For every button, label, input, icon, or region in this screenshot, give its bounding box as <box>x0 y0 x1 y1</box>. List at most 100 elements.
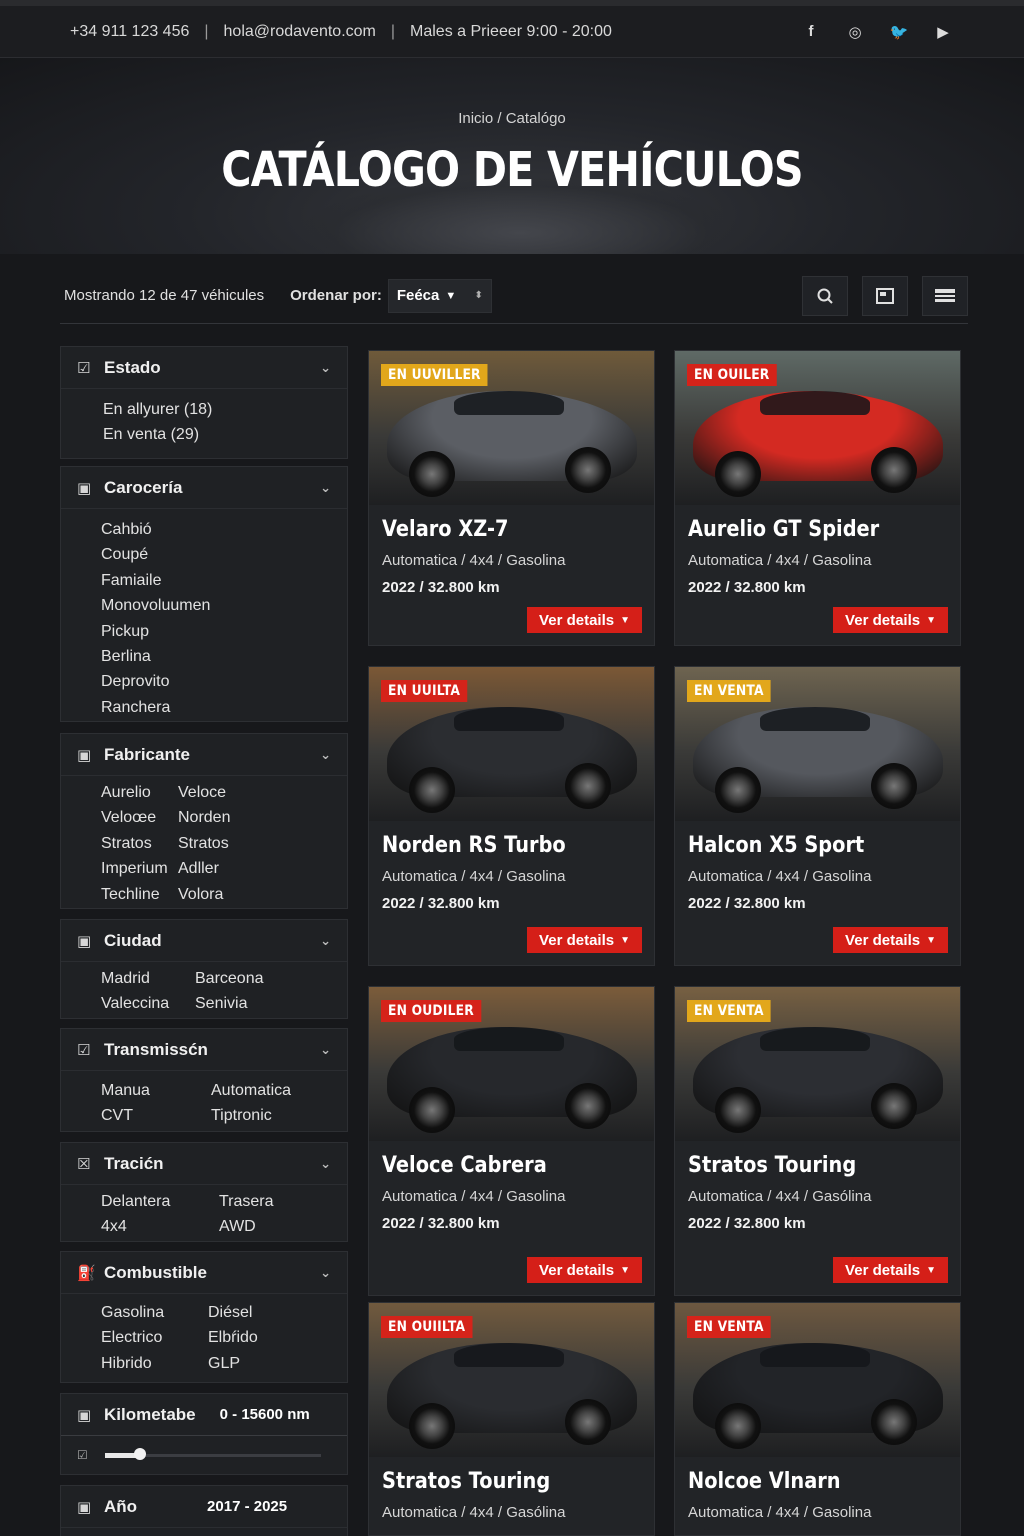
filter-option[interactable]: Veloœe <box>101 805 178 830</box>
filter-option[interactable]: Elbŕido <box>208 1325 347 1350</box>
filter-option[interactable]: Barceona <box>195 966 347 991</box>
vehicle-card[interactable]: EN OUIILTA Stratos Touring Automatica / … <box>368 1302 655 1536</box>
filter-header[interactable]: ☑ Estado ⌄ <box>61 347 347 389</box>
filter-option[interactable]: Diésel <box>208 1300 347 1325</box>
filter-option[interactable]: CVT <box>101 1103 211 1128</box>
filter-option[interactable]: Imperium <box>101 856 178 881</box>
chevron-down-icon[interactable]: ⌄ <box>320 1156 331 1172</box>
chevron-down-icon[interactable]: ⌄ <box>320 1042 331 1058</box>
vehicle-title[interactable]: Norden RS Turbo <box>382 833 621 858</box>
filter-header[interactable]: ☒ Tracićn ⌄ <box>61 1143 347 1185</box>
vehicle-photo[interactable]: EN UUVILLER <box>369 351 654 505</box>
vehicle-title[interactable]: Nolcoe Vlnarn <box>688 1469 927 1494</box>
chevron-down-icon[interactable]: ⌄ <box>320 933 331 949</box>
filter-option[interactable]: Trasera <box>219 1189 347 1214</box>
km-range-slider[interactable]: ☑ <box>61 1436 347 1476</box>
filter-option[interactable]: Senivia <box>195 991 347 1016</box>
filter-option[interactable]: Electrico <box>101 1325 208 1350</box>
vehicle-card[interactable]: EN UUVILLER Velaro XZ-7 Automatica / 4x4… <box>368 350 655 646</box>
list-view-button[interactable] <box>922 275 968 316</box>
search-view-button[interactable] <box>802 275 848 316</box>
updown-icon: ⬍ <box>474 290 483 301</box>
twitter-icon[interactable]: 🐦 <box>888 21 910 43</box>
filter-option[interactable]: En allyurer (18) <box>103 397 347 422</box>
vehicle-photo[interactable]: EN OUDILER <box>369 987 654 1141</box>
vehicle-card[interactable]: EN VENTA Stratos Touring Automatica / 4x… <box>674 986 961 1296</box>
chevron-down-icon[interactable]: ⌄ <box>320 360 331 376</box>
view-details-button[interactable]: Ver details ▼ <box>527 607 642 633</box>
filter-option[interactable]: Veloce <box>178 780 347 805</box>
vehicle-title[interactable]: Halcon X5 Sport <box>688 833 927 858</box>
vehicle-photo[interactable]: EN OUILER <box>675 351 960 505</box>
filter-option[interactable]: Gasolina <box>101 1300 208 1325</box>
filter-option[interactable]: Tiptronic <box>211 1103 347 1128</box>
vehicle-photo[interactable]: EN VENTA <box>675 1303 960 1457</box>
view-details-button[interactable]: Ver details ▼ <box>833 1257 948 1283</box>
car-window <box>760 1343 870 1367</box>
vehicle-title[interactable]: Velaro XZ-7 <box>382 517 621 542</box>
email-link[interactable]: hola@rodavento.com <box>224 23 376 41</box>
filter-header[interactable]: ⛽ Combustible ⌄ <box>61 1252 347 1294</box>
vehicle-title[interactable]: Stratos Touring <box>688 1153 927 1178</box>
vehicle-title[interactable]: Veloce Cabrera <box>382 1153 621 1178</box>
filter-option[interactable]: Volora <box>178 882 347 907</box>
vehicle-card[interactable]: EN OUDILER Veloce Cabrera Automatica / 4… <box>368 986 655 1296</box>
filter-option[interactable]: Valeccina <box>101 991 195 1016</box>
view-details-button[interactable]: Ver details ▼ <box>833 607 948 633</box>
filter-header[interactable]: ▣ Kilometabe 0 - 15600 nm <box>61 1394 347 1436</box>
vehicle-photo[interactable]: EN OUIILTA <box>369 1303 654 1457</box>
filter-option[interactable]: Stratos <box>178 831 347 856</box>
filter-option[interactable]: Norden <box>178 805 347 830</box>
filter-option[interactable]: Pickup <box>101 619 347 644</box>
view-details-button[interactable]: Ver details ▼ <box>527 1257 642 1283</box>
filter-option[interactable]: Stratos <box>101 831 178 856</box>
filter-option[interactable]: Monovoluumen <box>101 593 347 618</box>
view-details-button[interactable]: Ver details ▼ <box>833 927 948 953</box>
chevron-down-icon[interactable]: ⌄ <box>320 747 331 763</box>
filter-header[interactable]: ▣ Año 2017 - 2025 <box>61 1486 347 1528</box>
chevron-down-icon[interactable]: ⌄ <box>320 480 331 496</box>
vehicle-card[interactable]: EN OUILER Aurelio GT Spider Automatica /… <box>674 350 961 646</box>
sort-select[interactable]: Feéca ▼ ⬍ <box>387 278 492 313</box>
vehicle-photo[interactable]: EN UUILTA <box>369 667 654 821</box>
filter-option[interactable]: AWD <box>219 1214 347 1239</box>
youtube-icon[interactable]: ▶ <box>932 21 954 43</box>
phone-number[interactable]: +34 911 123 456 <box>70 23 189 41</box>
filter-option[interactable]: Delantera <box>101 1189 219 1214</box>
vehicle-photo[interactable]: EN VENTA <box>675 987 960 1141</box>
filter-option[interactable]: Manua <box>101 1078 211 1103</box>
vehicle-title[interactable]: Stratos Touring <box>382 1469 621 1494</box>
vehicle-photo[interactable]: EN VENTA <box>675 667 960 821</box>
instagram-icon[interactable]: ◎ <box>844 21 866 43</box>
view-details-button[interactable]: Ver details ▼ <box>527 927 642 953</box>
grid-view-button[interactable] <box>862 275 908 316</box>
filter-option[interactable]: Famiaile <box>101 568 347 593</box>
filter-option[interactable]: Hibrido <box>101 1351 208 1376</box>
filter-option[interactable]: Coupé <box>101 542 347 567</box>
vehicle-card[interactable]: EN UUILTA Norden RS Turbo Automatica / 4… <box>368 666 655 966</box>
filter-header[interactable]: ▣ Carocería ⌄ <box>61 467 347 509</box>
filter-option[interactable]: Cahbió <box>101 517 347 542</box>
filter-option[interactable]: Techline <box>101 882 178 907</box>
filter-option[interactable]: Automatica <box>211 1078 347 1103</box>
filter-option[interactable]: Adller <box>178 856 347 881</box>
filter-option[interactable]: En venta (29) <box>103 422 347 447</box>
filter-option[interactable]: Berlina <box>101 644 347 669</box>
filter-header[interactable]: ▣ Fabricante ⌄ <box>61 734 347 776</box>
filter-option[interactable]: Deprovito <box>101 669 347 694</box>
filter-option[interactable]: Ranchera <box>101 695 347 720</box>
filter-header[interactable]: ☑ Transmissćn ⌄ <box>61 1029 347 1071</box>
filter-header[interactable]: ▣ Ciudad ⌄ <box>61 920 347 962</box>
filter-option[interactable]: Madrid <box>101 966 195 991</box>
vehicle-card[interactable]: EN VENTA Nolcoe Vlnarn Automatica / 4x4 … <box>674 1302 961 1536</box>
filter-title: Transmissćn <box>104 1039 208 1059</box>
filter-option[interactable]: GLP <box>208 1351 347 1376</box>
vehicle-title[interactable]: Aurelio GT Spider <box>688 517 927 542</box>
breadcrumb[interactable]: Inicio / Catalógo <box>0 110 1024 127</box>
chevron-down-icon[interactable]: ⌄ <box>320 1265 331 1281</box>
slider-thumb[interactable] <box>133 1448 146 1460</box>
vehicle-card[interactable]: EN VENTA Halcon X5 Sport Automatica / 4x… <box>674 666 961 966</box>
filter-option[interactable]: Aurelio <box>101 780 178 805</box>
filter-option[interactable]: 4x4 <box>101 1214 219 1239</box>
facebook-icon[interactable]: f <box>800 21 822 43</box>
